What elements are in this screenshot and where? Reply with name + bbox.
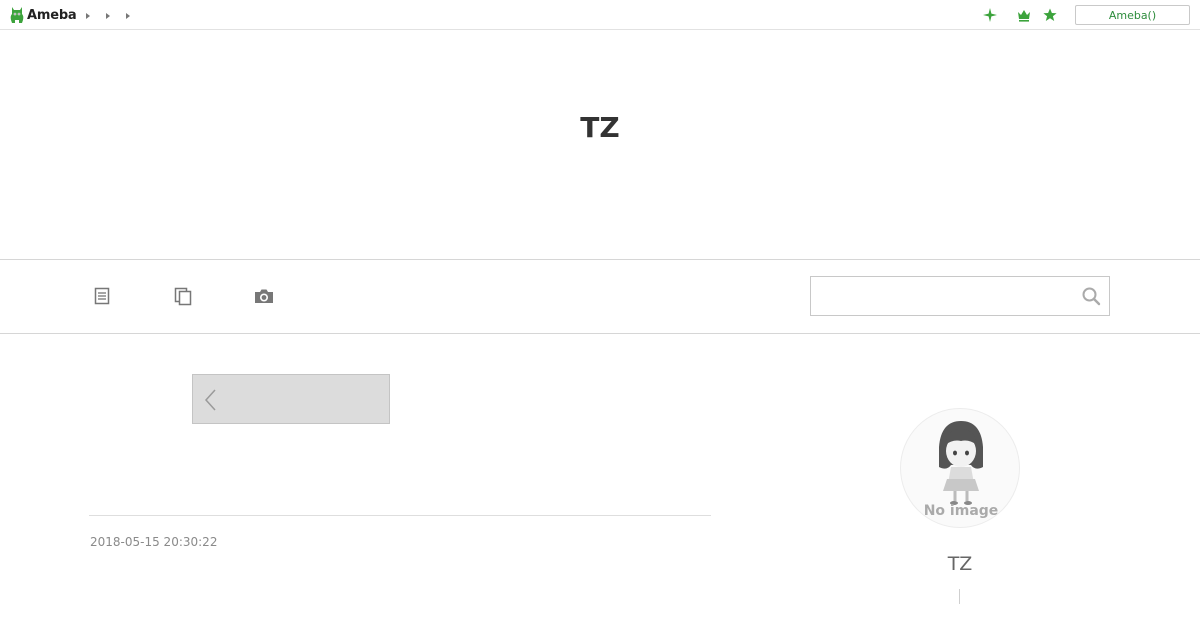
avatar[interactable]: No image xyxy=(900,408,1020,528)
breadcrumb-item[interactable] xyxy=(84,10,104,22)
star-icon[interactable] xyxy=(1041,6,1059,24)
profile-separator xyxy=(959,589,960,604)
ameba-account-button[interactable]: Ameba() xyxy=(1075,5,1190,25)
breadcrumb-item[interactable] xyxy=(104,10,124,22)
breadcrumb-item[interactable] xyxy=(124,10,144,22)
camera-icon[interactable] xyxy=(251,283,277,309)
profile-name[interactable]: TZ xyxy=(900,553,1020,575)
ameba-logo-text: Ameba xyxy=(27,7,77,23)
ameba-mascot-icon xyxy=(10,7,24,23)
blog-header: TZ xyxy=(0,31,1200,260)
blog-nav-bar xyxy=(0,260,1200,334)
previous-entry-button[interactable] xyxy=(192,374,390,424)
sparkle-icon[interactable] xyxy=(981,6,999,24)
ameba-header-bar: Ameba Ameba() xyxy=(0,0,1200,30)
theme-list-icon[interactable] xyxy=(170,283,196,309)
ameba-logo[interactable]: Ameba xyxy=(9,5,77,25)
entry-divider xyxy=(89,515,711,516)
blog-search-box xyxy=(810,276,1110,316)
no-image-placeholder-icon: No image xyxy=(924,421,999,519)
breadcrumb xyxy=(84,10,144,22)
avatar-placeholder-label: No image xyxy=(924,503,999,519)
chevron-left-icon xyxy=(204,389,216,411)
entry-list-icon[interactable] xyxy=(89,283,115,309)
post-date: 2018-05-15 20:30:22 xyxy=(90,535,218,549)
search-input[interactable] xyxy=(811,277,1071,315)
blog-title[interactable]: TZ xyxy=(0,111,1200,144)
search-icon[interactable] xyxy=(1081,286,1101,306)
crown-icon[interactable] xyxy=(1015,6,1033,24)
